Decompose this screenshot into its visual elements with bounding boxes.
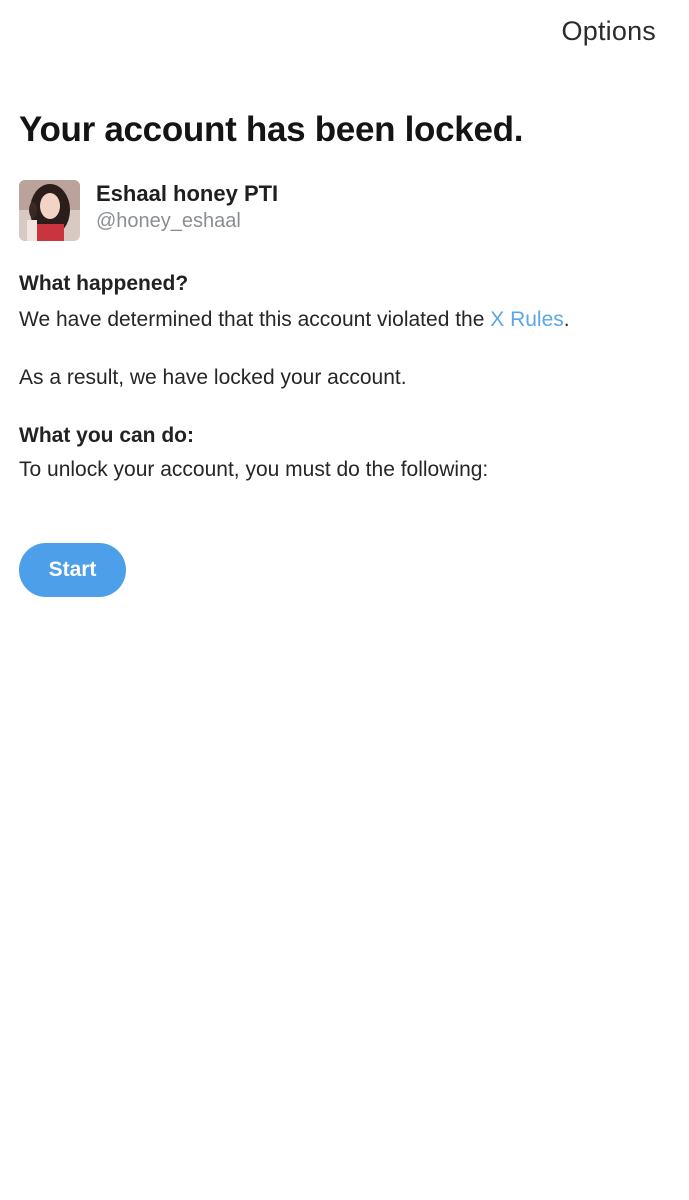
- options-link[interactable]: Options: [562, 16, 656, 47]
- unlock-instructions: To unlock your account, you must do the …: [19, 458, 489, 481]
- result-text: As a result, we have locked your account…: [19, 366, 407, 389]
- start-button[interactable]: Start: [19, 543, 126, 597]
- display-name: Eshaal honey PTI: [96, 181, 279, 206]
- what-you-can-do-heading: What you can do:: [19, 424, 194, 447]
- account-handle: @honey_eshaal: [96, 210, 241, 232]
- account-profile: Eshaal honey PTI @honey_eshaal: [19, 180, 278, 241]
- violation-text: We have determined that this account vio…: [19, 308, 570, 332]
- avatar: [19, 180, 80, 241]
- violation-text-suffix: .: [563, 308, 570, 331]
- what-happened-heading: What happened?: [19, 272, 189, 295]
- x-rules-link[interactable]: X Rules: [490, 308, 564, 331]
- page-title: Your account has been locked.: [19, 110, 524, 149]
- profile-text: Eshaal honey PTI @honey_eshaal: [96, 181, 278, 235]
- violation-text-prefix: We have determined that this account vio…: [19, 308, 491, 331]
